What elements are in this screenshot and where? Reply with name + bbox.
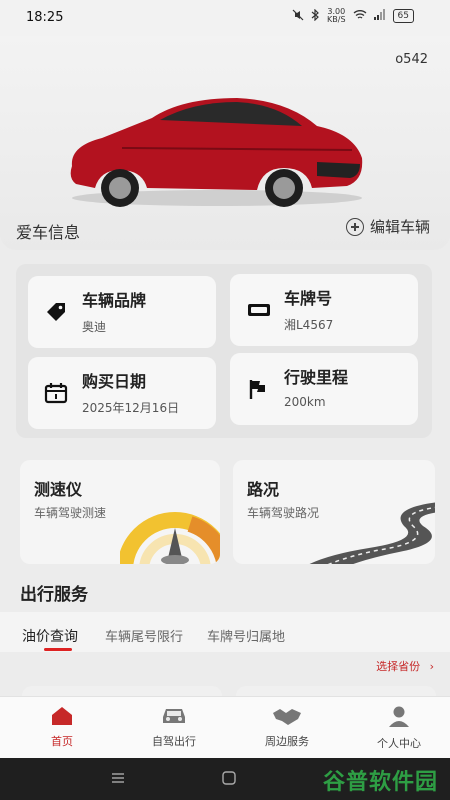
- plate-value: 湘L4567: [284, 318, 334, 332]
- nav-self-drive[interactable]: 自驾出行: [134, 705, 214, 749]
- mute-icon: [292, 9, 304, 24]
- edit-vehicle-label: 编辑车辆: [369, 218, 430, 236]
- road-condition-title: 路况: [247, 480, 280, 499]
- add-circle-icon: [345, 217, 364, 236]
- plate-label: 车牌号: [284, 289, 333, 308]
- nav-home[interactable]: 首页: [22, 705, 102, 749]
- nav-self-drive-label: 自驾出行: [152, 735, 196, 748]
- tag-icon: [47, 303, 65, 321]
- brand-card[interactable]: 车辆品牌 奥迪: [28, 276, 216, 348]
- purchase-date-value: 2025年12月16日: [82, 401, 180, 415]
- travel-tabs: 油价查询 车辆尾号限行 车牌号归属地: [0, 612, 450, 652]
- flag-icon: [249, 380, 265, 399]
- tab-fuel-price[interactable]: 油价查询: [22, 626, 78, 646]
- car-id: o542: [395, 52, 428, 67]
- active-tab-indicator: [44, 648, 72, 651]
- road-condition-card[interactable]: 路况 车辆驾驶路况: [233, 460, 435, 564]
- speedometer-subtitle: 车辆驾驶测速: [34, 506, 107, 520]
- car-hero: o542 爱车信息 编辑车辆: [0, 36, 450, 250]
- signal-icon: [373, 9, 386, 23]
- mileage-card[interactable]: 行驶里程 200km: [230, 353, 418, 425]
- mileage-label: 行驶里程: [284, 368, 349, 387]
- bluetooth-icon: [311, 8, 320, 24]
- plate-card[interactable]: 车牌号 湘L4567: [230, 274, 418, 346]
- mileage-value: 200km: [284, 395, 326, 409]
- nav-nearby[interactable]: 周边服务: [247, 705, 327, 749]
- watermark: 谷普软件园: [322, 770, 438, 795]
- bottom-nav: 首页 自驾出行 周边服务 个人中心: [0, 696, 450, 758]
- edit-vehicle-button[interactable]: 编辑车辆: [345, 216, 430, 237]
- home-icon: [52, 707, 72, 725]
- handshake-icon: [273, 709, 301, 725]
- car-info-title: 爱车信息: [16, 223, 81, 242]
- wifi-icon: [353, 9, 367, 23]
- calendar-icon: [44, 383, 68, 404]
- menu-icon[interactable]: [110, 770, 126, 786]
- nav-home-label: 首页: [51, 735, 73, 748]
- car-image: [70, 98, 363, 207]
- brand-value: 奥迪: [82, 320, 107, 334]
- select-province-label: 选择省份: [376, 660, 421, 673]
- purchase-date-card[interactable]: 购买日期 2025年12月16日: [28, 357, 216, 429]
- license-plate-icon: [248, 304, 270, 316]
- battery-indicator: 65: [392, 9, 414, 23]
- status-bar: 18:25 3.00 KB/S 65: [0, 0, 450, 36]
- nav-profile-label: 个人中心: [377, 737, 421, 750]
- nav-nearby-label: 周边服务: [265, 735, 309, 748]
- net-speed: 3.00 KB/S: [327, 7, 346, 24]
- person-icon: [389, 706, 409, 727]
- status-time: 18:25: [26, 10, 64, 25]
- speedometer-icon: [120, 512, 220, 564]
- travel-services-title: 出行服务: [20, 585, 88, 605]
- tab-plate-restriction[interactable]: 车辆尾号限行: [105, 626, 183, 645]
- car-icon: [163, 709, 185, 723]
- brand-label: 车辆品牌: [82, 291, 147, 310]
- speedometer-card[interactable]: 测速仪 车辆驾驶测速: [20, 460, 220, 564]
- select-province-button[interactable]: 选择省份 ›: [376, 658, 434, 674]
- vehicle-info-panel: 车辆品牌 奥迪 车牌号 湘L4567 购买日期 2025年12月16日 行驶里程…: [16, 264, 432, 438]
- tab-plate-origin[interactable]: 车牌号归属地: [207, 626, 285, 645]
- home-square-icon[interactable]: [221, 770, 237, 786]
- road-icon: [309, 502, 435, 564]
- chevron-right-icon: ›: [429, 660, 434, 673]
- status-icons: 3.00 KB/S 65: [292, 8, 414, 24]
- nav-profile[interactable]: 个人中心: [359, 705, 439, 751]
- speedometer-title: 测速仪: [34, 480, 83, 499]
- purchase-date-label: 购买日期: [82, 372, 147, 391]
